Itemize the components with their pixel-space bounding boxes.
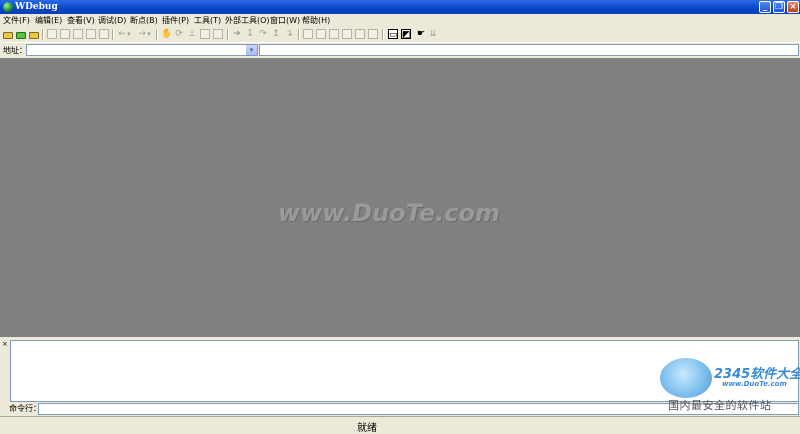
paste-icon[interactable] (60, 29, 70, 39)
register-window-icon[interactable] (303, 29, 313, 39)
toolbar-separator (227, 29, 229, 40)
stack-window-icon[interactable] (329, 29, 339, 39)
toolbar-separator (382, 29, 384, 40)
pause-icon[interactable]: ⊥ (187, 29, 197, 39)
close-button[interactable]: × (787, 1, 799, 13)
toolbar-separator (42, 29, 44, 40)
cursor-icon[interactable]: ☛ (416, 29, 426, 39)
step-out-icon[interactable]: ↥ (271, 29, 281, 39)
menu-tools[interactable]: 工具(T) (194, 14, 221, 27)
status-bar: 就绪 (0, 416, 800, 434)
menu-bar: 文件(F) 编辑(E) 查看(V) 调试(D) 断点(B) 插件(P) 工具(T… (0, 14, 800, 27)
address-bar: 地址： ▾ (0, 43, 800, 58)
hand-icon[interactable]: ✋ (161, 29, 172, 39)
run-to-cursor-icon[interactable]: ↴ (284, 29, 294, 39)
document-icon[interactable] (86, 29, 96, 39)
minimize-icon: _ (762, 2, 768, 12)
logo-url: www.DuoTe.com (722, 380, 787, 388)
run-icon[interactable]: ➜ (232, 29, 242, 39)
menu-view[interactable]: 查看(V) (67, 14, 95, 27)
memory-window-icon[interactable] (316, 29, 326, 39)
step-icon[interactable]: ⟳ (174, 29, 184, 39)
close-icon[interactable]: × (2, 341, 8, 348)
menu-help[interactable]: 帮助(H) (302, 14, 330, 27)
close-icon: × (789, 2, 797, 12)
menu-file[interactable]: 文件(F) (3, 14, 30, 27)
minimize-button[interactable]: _ (759, 1, 771, 13)
address-label: 地址： (3, 46, 27, 55)
title-bar[interactable]: WDebug _ ❐ × (0, 0, 800, 14)
toolbar: ← ▾ → ▾ ✋ ⟳ ⊥ ➜ ↧ ↷ ↥ ↴ ▭ ◩ ☛ ⇊ (0, 27, 800, 43)
command-label: 命令行： (9, 404, 41, 413)
new-folder-icon[interactable] (16, 32, 26, 39)
toolbar-separator (112, 29, 114, 40)
window-title: WDebug (15, 2, 58, 12)
open-file-icon[interactable] (29, 32, 39, 39)
chevron-down-icon[interactable]: ▾ (146, 29, 152, 39)
step-over-icon[interactable]: ↷ (258, 29, 268, 39)
copy-icon[interactable] (47, 29, 57, 39)
maximize-icon: ❐ (774, 2, 784, 12)
address-combobox[interactable]: ▾ (26, 44, 258, 56)
address-field[interactable] (259, 44, 799, 56)
toolbar-separator (156, 29, 158, 40)
app-icon (3, 2, 13, 12)
mdi-client-area[interactable]: www.DuoTe.com (0, 58, 800, 337)
site-logo: 2345软件大全 www.DuoTe.com 国内最安全的软件站 (658, 356, 800, 416)
menu-external-tools[interactable]: 外部工具(O) (225, 14, 270, 27)
debug-window-icon[interactable]: ◩ (401, 29, 411, 40)
open-folder-icon[interactable] (3, 32, 13, 39)
chevron-down-icon[interactable]: ⇊ (428, 29, 438, 39)
document-icon[interactable] (99, 29, 109, 39)
locals-window-icon[interactable] (355, 29, 365, 39)
menu-edit[interactable]: 编辑(E) (35, 14, 62, 27)
step-into-icon[interactable]: ↧ (245, 29, 255, 39)
menu-debug[interactable]: 调试(D) (98, 14, 126, 27)
chevron-down-icon[interactable]: ▾ (126, 29, 132, 39)
window-icon[interactable] (200, 29, 210, 39)
disasm-window-icon[interactable] (368, 29, 378, 39)
menu-plugins[interactable]: 插件(P) (162, 14, 189, 27)
toggle-window-icon[interactable]: ▭ (388, 29, 398, 40)
menu-breakpoint[interactable]: 断点(B) (130, 14, 158, 27)
maximize-button[interactable]: ❐ (773, 1, 785, 13)
menu-window[interactable]: 窗口(W) (270, 14, 300, 27)
watch-window-icon[interactable] (342, 29, 352, 39)
toolbar-separator (298, 29, 300, 40)
mascot-icon (660, 358, 712, 398)
chevron-down-icon[interactable]: ▾ (246, 45, 257, 55)
logo-slogan: 国内最安全的软件站 (668, 399, 772, 412)
watermark: www.DuoTe.com (278, 199, 500, 227)
document-icon[interactable] (73, 29, 83, 39)
window-icon[interactable] (213, 29, 223, 39)
